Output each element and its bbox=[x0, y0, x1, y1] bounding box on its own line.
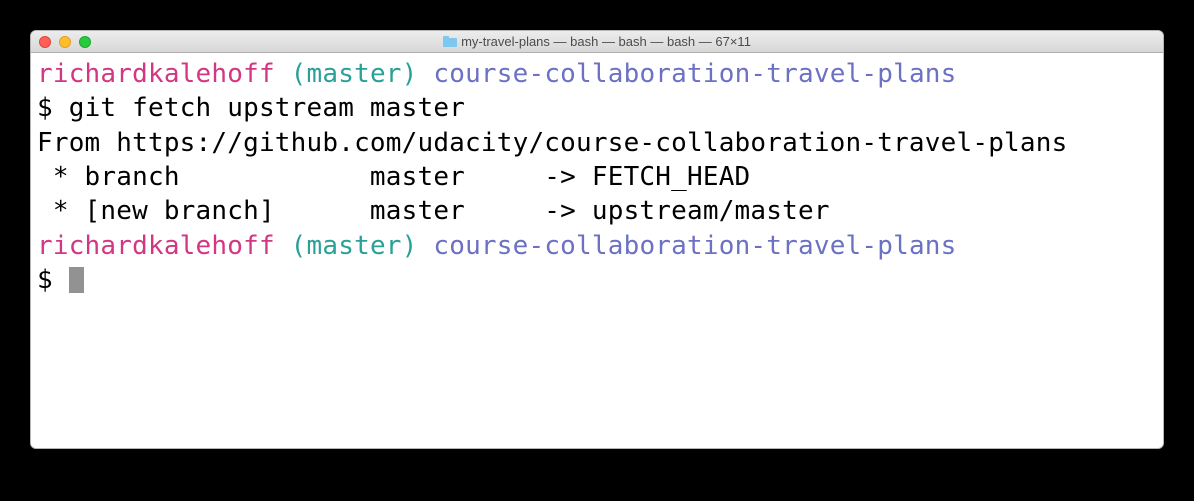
prompt-user: richardkalehoff bbox=[37, 231, 275, 261]
titlebar[interactable]: my-travel-plans — bash — bash — bash — 6… bbox=[31, 31, 1163, 53]
command-text: git fetch upstream master bbox=[69, 93, 465, 123]
prompt-branch: (master) bbox=[291, 231, 418, 261]
prompt-symbol: $ bbox=[37, 93, 69, 123]
output-line: * branch master -> FETCH_HEAD bbox=[37, 162, 750, 192]
prompt-branch: (master) bbox=[291, 59, 418, 89]
prompt-dir: course-collaboration-travel-plans bbox=[433, 231, 956, 261]
terminal-output[interactable]: richardkalehoff (master) course-collabor… bbox=[31, 53, 1163, 448]
prompt-dir: course-collaboration-travel-plans bbox=[433, 59, 956, 89]
folder-icon bbox=[443, 36, 457, 47]
terminal-window: my-travel-plans — bash — bash — bash — 6… bbox=[30, 30, 1164, 449]
maximize-icon[interactable] bbox=[79, 36, 91, 48]
window-title-text: my-travel-plans — bash — bash — bash — 6… bbox=[461, 34, 751, 49]
minimize-icon[interactable] bbox=[59, 36, 71, 48]
close-icon[interactable] bbox=[39, 36, 51, 48]
prompt-user: richardkalehoff bbox=[37, 59, 275, 89]
output-line: * [new branch] master -> upstream/master bbox=[37, 196, 830, 226]
window-title: my-travel-plans — bash — bash — bash — 6… bbox=[31, 34, 1163, 49]
traffic-lights bbox=[31, 36, 91, 48]
output-line: From https://github.com/udacity/course-c… bbox=[37, 128, 1067, 158]
cursor bbox=[69, 267, 84, 293]
prompt-symbol: $ bbox=[37, 265, 69, 295]
